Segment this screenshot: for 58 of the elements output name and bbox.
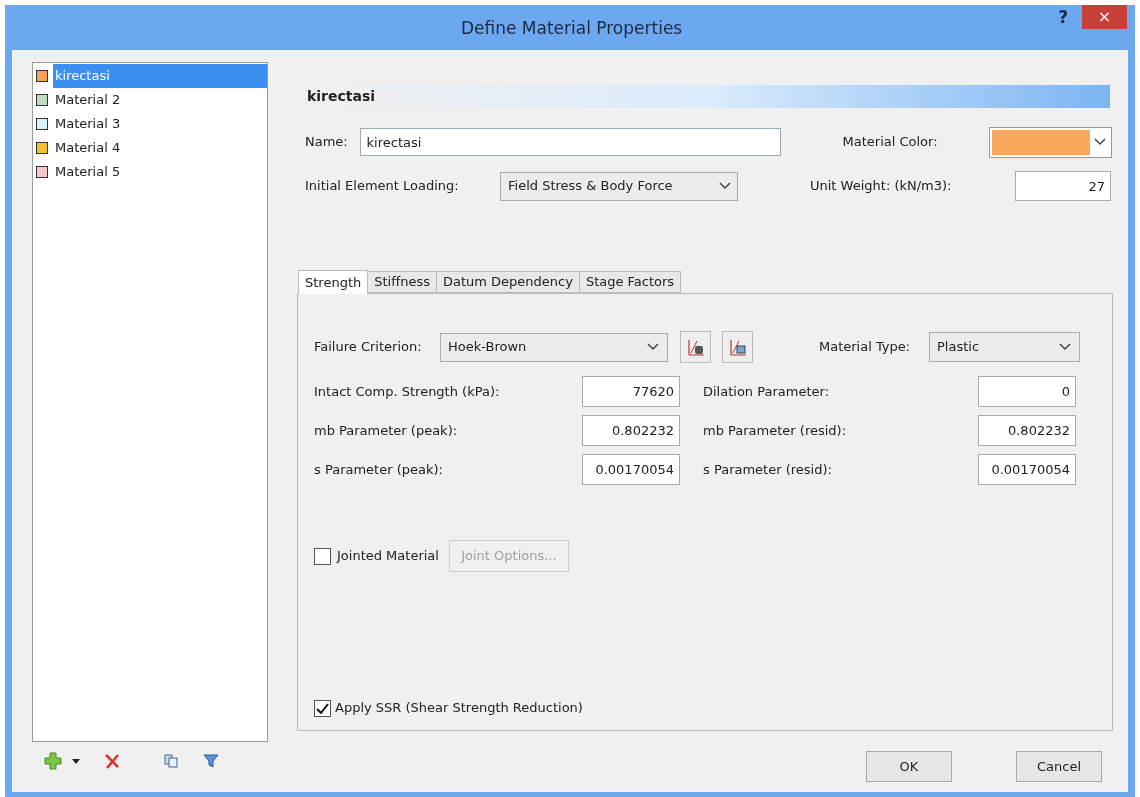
list-item[interactable]: Material 3 <box>53 112 267 136</box>
tab[interactable]: Strength <box>298 270 369 294</box>
chevron-icon <box>1059 343 1071 351</box>
filter-icon[interactable] <box>204 754 218 768</box>
tab[interactable]: Stiffness <box>368 271 437 293</box>
chevron-icon <box>1093 138 1106 146</box>
window-title: Define Material Properties <box>460 17 683 40</box>
dropdown-value: Plastic <box>937 338 981 357</box>
field-label: Initial Element Loading: <box>305 177 460 196</box>
field-label: Unit Weight: (kN/m3): <box>810 177 953 196</box>
chart-icon <box>686 338 705 356</box>
chevron-icon <box>647 343 659 351</box>
checkbox-label: Jointed Material <box>337 547 439 566</box>
loading-dropdown[interactable]: Field Stress & Body Force <box>500 171 738 201</box>
field-label: Name: <box>305 133 349 152</box>
close-button[interactable]: × <box>1082 5 1127 29</box>
chevron-icon <box>719 182 731 190</box>
field-label: mb Parameter (resid): <box>703 421 848 440</box>
chart-icon <box>728 338 747 356</box>
add-icon[interactable] <box>44 752 62 770</box>
color-picker[interactable] <box>989 126 1112 158</box>
input-field[interactable]: 0.802232 <box>582 415 680 446</box>
tab[interactable]: Datum Dependency <box>436 271 580 293</box>
field-label: s Parameter (resid): <box>703 460 833 479</box>
field-label: Dilation Parameter: <box>703 382 831 401</box>
input-field[interactable]: 0 <box>978 376 1076 407</box>
checkbox[interactable] <box>314 699 331 717</box>
checkbox-label: Apply SSR (Shear Strength Reduction) <box>335 699 583 718</box>
input-field[interactable]: 0.00170054 <box>978 454 1076 485</box>
name-field[interactable]: kirectasi <box>359 128 781 156</box>
field-label: Failure Criterion: <box>314 338 423 357</box>
failure-criterion-dropdown[interactable]: Hoek-Brown <box>440 332 668 362</box>
material-type-dropdown[interactable]: Plastic <box>929 332 1080 362</box>
dropdown-value: Field Stress & Body Force <box>508 177 674 196</box>
delete-icon[interactable] <box>104 753 120 769</box>
list-item[interactable]: Material 4 <box>53 136 267 160</box>
input-field[interactable]: 0.00170054 <box>582 454 680 485</box>
field-label: Material Color: <box>842 133 939 152</box>
input-field[interactable]: 0.802232 <box>978 415 1076 446</box>
input-field[interactable]: 77620 <box>582 376 680 407</box>
field-label: Material Type: <box>819 338 912 357</box>
field-label: s Parameter (peak): <box>314 460 444 479</box>
checkbox[interactable] <box>314 547 331 565</box>
tab[interactable]: Stage Factors <box>579 271 682 293</box>
copy-icon[interactable] <box>164 754 178 768</box>
checkmark-icon <box>316 702 329 714</box>
dropdown-value: Hoek-Brown <box>448 338 528 357</box>
dialog-button[interactable]: OK <box>866 751 952 782</box>
field-label: Intact Comp. Strength (kPa): <box>314 382 501 401</box>
list-item[interactable]: Material 5 <box>53 160 267 184</box>
field-label: mb Parameter (peak): <box>314 421 459 440</box>
unit-weight-field[interactable]: 27 <box>1015 171 1111 201</box>
caret-icon[interactable] <box>72 758 80 764</box>
dialog-button[interactable]: Cancel <box>1016 751 1102 782</box>
help-button[interactable]: ? <box>1058 7 1068 27</box>
export-button[interactable] <box>722 331 753 363</box>
list-item[interactable]: Material 2 <box>53 88 267 112</box>
plot-button[interactable] <box>680 331 711 363</box>
